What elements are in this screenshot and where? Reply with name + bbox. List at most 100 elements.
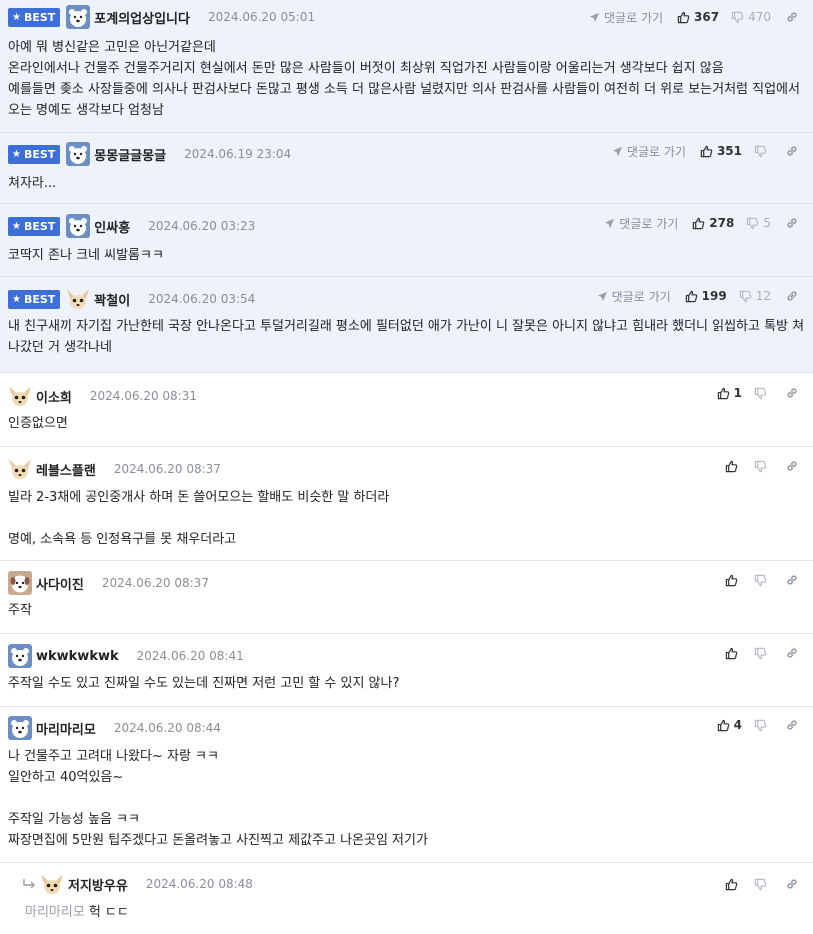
- reply-arrow-icon: [22, 878, 36, 890]
- go-to-reply-label: 댓글로 가기: [626, 144, 686, 159]
- link-icon[interactable]: [785, 386, 799, 400]
- dog-avatar[interactable]: [8, 571, 32, 595]
- like-button[interactable]: 278: [692, 216, 734, 230]
- go-to-reply-link[interactable]: 댓글로 가기: [612, 143, 686, 160]
- dislike-count: 12: [755, 289, 771, 303]
- comment-header: 이소희 2024.06.20 08:31: [8, 384, 197, 408]
- comment-header: ★ BEST 인싸흥 2024.06.20 03:23: [8, 214, 255, 238]
- link-icon[interactable]: [785, 877, 799, 891]
- comment-text: 나 건물주고 고려대 나왔다~ 자랑 ㅋㅋ 일안하고 40억있음~ 주작일 가능…: [8, 749, 428, 848]
- comment-body: 주작일 수도 있고 진짜일 수도 있는데 진짜면 저런 고민 할 수 있지 않나…: [8, 673, 805, 694]
- fennec-avatar[interactable]: [8, 457, 32, 481]
- like-button[interactable]: 1: [717, 386, 742, 400]
- like-count: 367: [694, 10, 720, 24]
- reply-parent-nickname[interactable]: 마리마리모: [25, 905, 85, 920]
- like-button[interactable]: 4: [717, 718, 742, 732]
- dislike-button[interactable]: 5: [746, 216, 771, 230]
- best-badge: ★ BEST: [8, 144, 61, 164]
- thumbs-up-icon: [725, 574, 742, 587]
- dislike-count: 470: [748, 10, 771, 24]
- author-nickname[interactable]: 레블스플랜: [36, 460, 96, 479]
- like-button[interactable]: [725, 878, 742, 891]
- comment-actions: [725, 644, 799, 662]
- like-button[interactable]: 367: [677, 10, 719, 24]
- thumbs-up-icon: [692, 217, 709, 230]
- polar-bear-avatar[interactable]: [8, 644, 32, 668]
- comment-date: 2024.06.20 08:31: [89, 389, 197, 403]
- thumbs-up-icon: [725, 647, 742, 660]
- like-count: 199: [701, 289, 727, 303]
- author-nickname[interactable]: 사다이진: [36, 574, 84, 593]
- author-nickname[interactable]: 마리마리모: [36, 719, 96, 738]
- go-to-reply-link[interactable]: 댓글로 가기: [589, 9, 663, 26]
- link-icon[interactable]: [785, 459, 799, 473]
- link-icon[interactable]: [785, 573, 799, 587]
- link-icon[interactable]: [785, 144, 799, 158]
- author-nickname[interactable]: 인싸흥: [94, 217, 130, 236]
- go-to-reply-link[interactable]: 댓글로 가기: [597, 288, 671, 305]
- like-count: 278: [709, 216, 735, 230]
- dislike-button[interactable]: 470: [731, 10, 771, 24]
- comment-text: 주작일 수도 있고 진짜일 수도 있는데 진짜면 저런 고민 할 수 있지 않나…: [8, 676, 400, 691]
- dislike-button[interactable]: [754, 387, 771, 400]
- comment-text: 빌라 2-3채에 공인중개사 하며 돈 쓸어모으는 할배도 비슷한 말 하더라 …: [8, 490, 390, 547]
- link-icon[interactable]: [785, 718, 799, 732]
- polar-bear-avatar[interactable]: [66, 214, 90, 238]
- comment-header: ★ BEST 몽몽글글몽글 2024.06.19 23:04: [8, 142, 291, 166]
- like-button[interactable]: [725, 460, 742, 473]
- comment-date: 2024.06.20 08:41: [136, 649, 244, 663]
- comment-date: 2024.06.20 03:54: [148, 292, 256, 306]
- dislike-button[interactable]: [754, 460, 771, 473]
- link-icon[interactable]: [785, 646, 799, 660]
- send-icon: [597, 291, 612, 302]
- thumbs-down-icon: [754, 719, 771, 732]
- like-button[interactable]: 199: [685, 289, 727, 303]
- dislike-button[interactable]: [754, 719, 771, 732]
- dislike-button[interactable]: [754, 145, 771, 158]
- like-count: 351: [716, 144, 742, 158]
- send-icon: [612, 146, 627, 157]
- link-icon[interactable]: [785, 10, 799, 24]
- fennec-avatar[interactable]: [66, 287, 90, 311]
- comment-date: 2024.06.20 03:23: [148, 219, 256, 233]
- best-badge-label: BEST: [23, 10, 56, 24]
- comment-body: 인증없으면: [8, 413, 805, 434]
- polar-bear-avatar[interactable]: [66, 142, 90, 166]
- author-nickname[interactable]: 꽉철이: [94, 290, 130, 309]
- dislike-button[interactable]: [754, 878, 771, 891]
- polar-bear-avatar[interactable]: [8, 716, 32, 740]
- author-nickname[interactable]: 몽몽글글몽글: [94, 145, 166, 164]
- send-icon: [604, 218, 619, 229]
- author-nickname[interactable]: 이소희: [36, 387, 72, 406]
- comment-body: 마리마리모 헉 ㄷㄷ: [25, 902, 805, 923]
- comment-text: 헉 ㄷㄷ: [88, 905, 129, 920]
- comment-actions: [725, 457, 799, 475]
- like-button[interactable]: [725, 574, 742, 587]
- author-nickname[interactable]: 저지방우유: [68, 875, 128, 894]
- fennec-avatar[interactable]: [40, 872, 64, 896]
- fennec-avatar[interactable]: [8, 384, 32, 408]
- dislike-button[interactable]: [754, 574, 771, 587]
- like-button[interactable]: 351: [700, 144, 742, 158]
- thumbs-up-icon: [685, 290, 702, 303]
- like-button[interactable]: [725, 647, 742, 660]
- link-icon[interactable]: [785, 289, 799, 303]
- go-to-reply-label: 댓글로 가기: [604, 10, 664, 25]
- thumbs-down-icon: [754, 878, 771, 891]
- link-icon[interactable]: [785, 216, 799, 230]
- dislike-button[interactable]: 12: [739, 289, 771, 303]
- go-to-reply-link[interactable]: 댓글로 가기: [604, 215, 678, 232]
- go-to-reply-label: 댓글로 가기: [611, 289, 671, 304]
- polar-bear-avatar[interactable]: [66, 5, 90, 29]
- comment-actions: 댓글로 가기 278 5: [604, 214, 799, 232]
- comment-divider: [0, 372, 813, 373]
- best-badge-label: BEST: [23, 292, 56, 306]
- author-nickname[interactable]: wkwkwkwk: [36, 649, 119, 664]
- thumbs-down-icon: [754, 145, 771, 158]
- thumbs-up-icon: [677, 11, 694, 24]
- dislike-button[interactable]: [754, 647, 771, 660]
- thumbs-down-icon: [754, 387, 771, 400]
- thumbs-up-icon: [725, 460, 742, 473]
- thumbs-up-icon: [725, 878, 742, 891]
- author-nickname[interactable]: 포계의업상입니다: [94, 8, 190, 27]
